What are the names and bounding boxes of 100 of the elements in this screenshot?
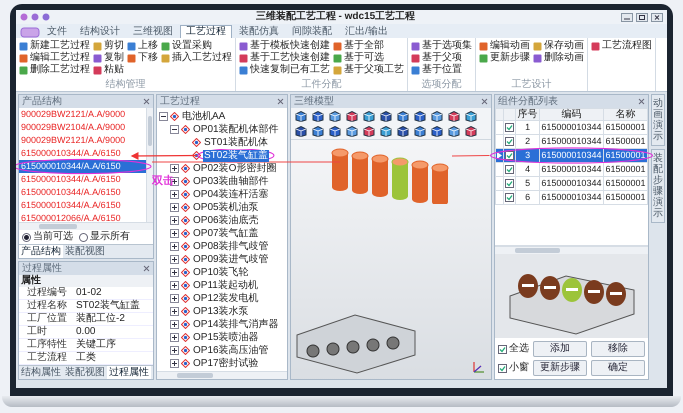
tree-item[interactable]: OP05装机油泵 bbox=[192, 202, 260, 214]
ribbon-tab[interactable]: 装配仿真 bbox=[233, 25, 285, 38]
cube-icon[interactable] bbox=[311, 110, 325, 122]
list-item[interactable]: 900029BW2121/A.A/9000 bbox=[19, 134, 146, 147]
expand-icon[interactable] bbox=[170, 346, 179, 355]
list-item[interactable]: 615000010344/A.A/6150 bbox=[19, 173, 146, 186]
radio-option[interactable]: 显示所有 bbox=[79, 231, 130, 243]
cube-icon[interactable] bbox=[430, 110, 444, 122]
ribbon-command[interactable]: 上移 bbox=[127, 40, 158, 52]
tree-item[interactable]: 电池机AA bbox=[181, 110, 226, 122]
checkbox[interactable] bbox=[505, 151, 514, 160]
tree-item[interactable]: OP02装O形密封圈 bbox=[192, 162, 278, 174]
tree-item[interactable]: OP16装高压油管 bbox=[192, 344, 270, 356]
checkbox-option[interactable]: 全选 bbox=[498, 343, 529, 355]
cube-icon[interactable] bbox=[464, 125, 478, 137]
list-item[interactable]: 900029BW2121/A.A/9000 bbox=[19, 108, 146, 121]
cube-icon[interactable] bbox=[311, 125, 325, 137]
circle-icon[interactable] bbox=[20, 13, 28, 21]
collapse-icon[interactable] bbox=[159, 112, 168, 121]
tree-item[interactable]: OP11装起动机 bbox=[192, 280, 259, 292]
cube-icon[interactable] bbox=[328, 110, 342, 122]
ribbon-command[interactable]: 剪切 bbox=[93, 40, 124, 52]
ribbon-command[interactable]: 粘贴 bbox=[93, 64, 124, 76]
panel-tab[interactable]: 过程属性 bbox=[107, 366, 151, 379]
panel-tab[interactable]: 产品结构 bbox=[19, 245, 63, 258]
list-item[interactable]: 615000010344/A.A/6150 bbox=[19, 160, 146, 173]
cube-icon[interactable] bbox=[379, 125, 393, 137]
ribbon-command[interactable]: 基于可选 bbox=[333, 52, 404, 64]
close-icon[interactable] bbox=[651, 12, 663, 22]
ribbon-command[interactable]: 基于模板快速创建 bbox=[239, 40, 330, 52]
tree-item[interactable]: OP17密封试验 bbox=[192, 358, 260, 370]
ribbon-tab[interactable]: 文件 bbox=[41, 25, 73, 38]
expand-icon[interactable] bbox=[170, 320, 179, 329]
expand-icon[interactable] bbox=[170, 229, 179, 238]
horizontal-scrollbar[interactable] bbox=[157, 371, 287, 379]
cube-icon[interactable] bbox=[328, 125, 342, 137]
ribbon-command[interactable]: 基于选项集 bbox=[411, 40, 472, 52]
ribbon-command[interactable]: 基于父项工艺 bbox=[333, 64, 404, 76]
circle-icon[interactable] bbox=[42, 13, 50, 21]
list-item[interactable]: 615000010344/A.A/6150 bbox=[19, 186, 146, 199]
list-item[interactable]: 900029BW2104/A.A/9000 bbox=[19, 121, 146, 134]
cube-icon[interactable] bbox=[447, 125, 461, 137]
cube-icon[interactable] bbox=[294, 110, 308, 122]
horizontal-scrollbar[interactable] bbox=[19, 222, 153, 230]
cube-icon[interactable] bbox=[345, 125, 359, 137]
dialog-button[interactable]: 移除 bbox=[591, 341, 645, 357]
ribbon-command[interactable]: 复制 bbox=[93, 52, 124, 64]
dialog-button[interactable]: 更新步骤 bbox=[533, 360, 587, 376]
tree-item[interactable]: OP01装配机体部件 bbox=[192, 124, 280, 136]
cube-icon[interactable] bbox=[379, 110, 393, 122]
tree-item[interactable]: OP12装发电机 bbox=[192, 292, 260, 304]
side-tab[interactable]: 动画演示 bbox=[651, 94, 665, 146]
dialog-button[interactable]: 添加 bbox=[533, 341, 587, 357]
tree-item[interactable]: OP06装油底壳 bbox=[192, 214, 260, 226]
vertical-scrollbar[interactable] bbox=[146, 108, 153, 222]
expand-icon[interactable] bbox=[170, 255, 179, 264]
expand-icon[interactable] bbox=[170, 203, 179, 212]
ribbon-command[interactable]: 删除动画 bbox=[533, 52, 584, 64]
ribbon-command[interactable]: 插入工艺过程 bbox=[161, 52, 232, 64]
cube-icon[interactable] bbox=[294, 125, 308, 137]
panel-tab[interactable]: 装配视图 bbox=[63, 366, 107, 379]
list-item[interactable]: 615000012066/A.A/6150 bbox=[19, 212, 146, 222]
tree-item[interactable]: ST01装配机体 bbox=[203, 136, 269, 148]
cube-icon[interactable] bbox=[362, 110, 376, 122]
ribbon-command[interactable]: 设置采购 bbox=[161, 40, 232, 52]
expand-icon[interactable] bbox=[170, 164, 179, 173]
ribbon-command[interactable]: 新建工艺过程 bbox=[19, 40, 90, 52]
ribbon-command[interactable]: 下移 bbox=[127, 52, 158, 64]
ribbon-command[interactable]: 基于父项 bbox=[411, 52, 472, 64]
cube-icon[interactable] bbox=[396, 125, 410, 137]
app-menu-icon[interactable] bbox=[20, 27, 40, 38]
expand-icon[interactable] bbox=[170, 281, 179, 290]
tree-item[interactable]: OP08装排气歧管 bbox=[192, 240, 270, 252]
list-item[interactable]: 615000010344/A.A/6150 bbox=[19, 199, 146, 212]
checkbox[interactable] bbox=[505, 165, 514, 174]
horizontal-scrollbar[interactable] bbox=[495, 246, 648, 254]
circle-icon[interactable] bbox=[31, 13, 39, 21]
cube-icon[interactable] bbox=[447, 110, 461, 122]
tree-item[interactable]: OP15装喷油器 bbox=[192, 332, 260, 344]
checkbox[interactable] bbox=[505, 123, 514, 132]
ribbon-command[interactable]: 工艺流程图 bbox=[591, 40, 652, 52]
tree-item[interactable]: OP10装飞轮 bbox=[192, 266, 250, 278]
ribbon-tab[interactable]: 间隙装配 bbox=[286, 25, 338, 38]
ribbon-command[interactable]: 更新步骤 bbox=[479, 52, 530, 64]
ribbon-tab[interactable]: 结构设计 bbox=[74, 25, 126, 38]
expand-icon[interactable] bbox=[170, 333, 179, 342]
ribbon-command[interactable]: 删除工艺过程 bbox=[19, 64, 90, 76]
cube-icon[interactable] bbox=[362, 125, 376, 137]
ribbon-tab[interactable]: 工艺过程 bbox=[180, 25, 232, 38]
list-item[interactable]: 615000010344/A.A/6150 bbox=[19, 147, 146, 160]
ribbon-tab[interactable]: 三维视图 bbox=[127, 25, 179, 38]
tree-item[interactable]: OP13装水泵 bbox=[192, 306, 250, 318]
tree-item[interactable]: ST02装气缸盖 bbox=[203, 150, 269, 162]
cube-icon[interactable] bbox=[413, 110, 427, 122]
ribbon-tab[interactable]: 汇出/输出 bbox=[339, 25, 394, 38]
panel-tab[interactable]: 结构属性 bbox=[19, 366, 63, 379]
ribbon-command[interactable]: 基于位置 bbox=[411, 64, 472, 76]
checkbox[interactable] bbox=[505, 179, 514, 188]
minimize-icon[interactable] bbox=[621, 12, 633, 22]
cube-icon[interactable] bbox=[345, 110, 359, 122]
